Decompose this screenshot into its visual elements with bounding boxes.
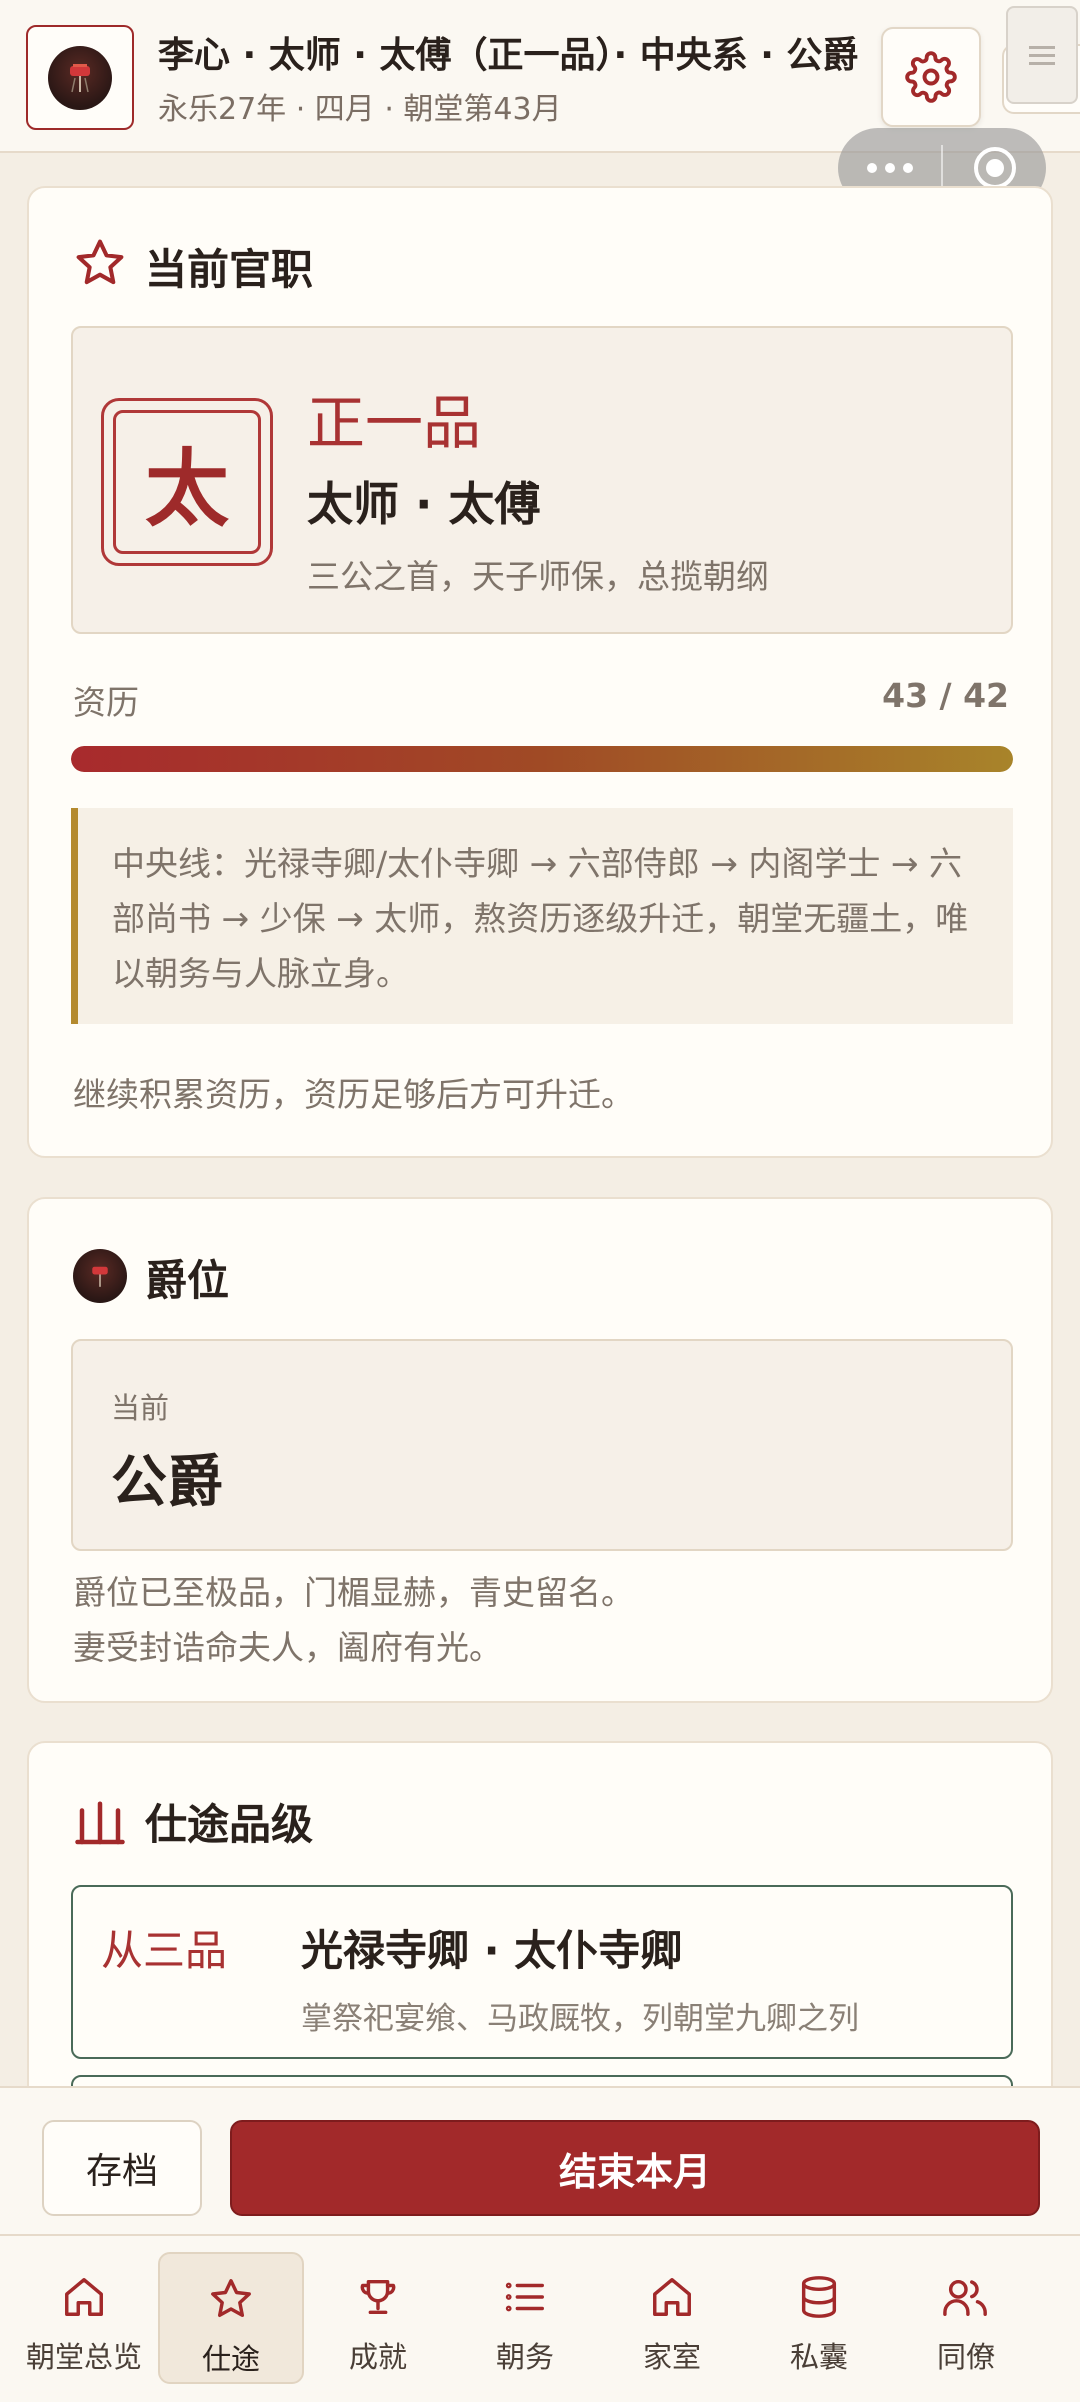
date-subtitle: 永乐27年 · 四月 · 朝堂第43月 — [158, 92, 562, 127]
career-rank-item[interactable]: 从三品 光禄寺卿 · 太仆寺卿 掌祭祀宴飨、马政厩牧，列朝堂九卿之列 — [71, 1885, 1013, 2059]
more-menu-button[interactable] — [838, 163, 941, 173]
nav-item-career[interactable]: 仕途 — [158, 2252, 304, 2384]
nav-item-family[interactable]: 家室 — [599, 2252, 745, 2384]
users-icon — [943, 2279, 987, 2316]
action-bar: 存档 结束本月 — [0, 2086, 1080, 2236]
peerage-avatar-icon — [73, 1249, 127, 1303]
office-name: 太师 · 太傅 — [307, 477, 541, 531]
nav-item-affairs[interactable]: 朝务 — [452, 2252, 598, 2384]
xp-progress-bar — [71, 746, 1013, 772]
target-icon — [973, 147, 1016, 189]
nav-item-purse[interactable]: 私囊 — [746, 2252, 892, 2384]
nav-label: 仕途 — [201, 2342, 260, 2376]
career-path-note: 中央线：光禄寺卿/太仆寺卿 → 六部侍郎 → 内阁学士 → 六部尚书 → 少保 … — [71, 808, 1013, 1024]
xp-label: 资历 — [73, 683, 139, 722]
avatar[interactable] — [26, 25, 134, 130]
promotion-hint: 继续积累资历，资历足够后方可升迁。 — [73, 1075, 634, 1114]
gear-icon — [905, 51, 957, 103]
nav-label: 同僚 — [936, 2340, 995, 2374]
end-month-button[interactable]: 结束本月 — [230, 2120, 1040, 2216]
bottom-nav: 朝堂总览 仕途 成就 朝务 家室 私囊 同僚 — [0, 2234, 1080, 2402]
career-rank-name: 光禄寺卿 · 太仆寺卿 — [301, 1926, 683, 1975]
save-button[interactable]: 存档 — [42, 2120, 202, 2216]
database-icon — [801, 2276, 837, 2318]
seal-char: 太 — [113, 410, 261, 554]
star-icon — [211, 2279, 251, 2318]
list-icon — [505, 2282, 544, 2312]
nav-label: 成就 — [348, 2340, 407, 2374]
office-description: 三公之首，天子师保，总揽朝纲 — [307, 557, 769, 596]
nav-label: 私囊 — [789, 2340, 848, 2374]
page-title: 李心 · 太师 · 太傅（正一品）· 中央系 · 公爵 — [158, 35, 859, 76]
nav-label: 朝务 — [495, 2340, 554, 2374]
scroll-top-button[interactable] — [1006, 6, 1078, 104]
peerage-card: 爵位 当前 公爵 爵位已至极品，门楣显赫，青史留名。 妻受封诰命夫人，阖府有光。 — [27, 1197, 1053, 1703]
close-miniapp-button[interactable] — [943, 145, 1046, 191]
nav-label: 家室 — [642, 2340, 701, 2374]
xp-progress-fill — [71, 746, 1013, 772]
lantern-icon — [48, 45, 112, 110]
peerage-card-title: 爵位 — [145, 1256, 230, 1305]
office-card: 当前官职 太 正一品 太师 · 太傅 三公之首，天子师保，总揽朝纲 资历 43 … — [27, 186, 1053, 1158]
office-card-title: 当前官职 — [145, 245, 314, 294]
nav-item-colleagues[interactable]: 同僚 — [893, 2252, 1039, 2384]
peerage-desc-line: 爵位已至极品，门楣显赫，青史留名。 — [73, 1573, 634, 1612]
career-rank-desc: 掌祭祀宴飨、马政厩牧，列朝堂九卿之列 — [301, 2001, 859, 2037]
peerage-current-box: 当前 公爵 — [71, 1339, 1013, 1551]
office-rank: 正一品 — [307, 389, 482, 457]
peerage-current-title: 公爵 — [111, 1449, 223, 1515]
home-icon — [65, 2278, 103, 2316]
trophy-icon — [360, 2279, 396, 2315]
peerage-current-label: 当前 — [111, 1391, 170, 1425]
nav-item-overview[interactable]: 朝堂总览 — [11, 2252, 157, 2384]
office-info: 太 正一品 太师 · 太傅 三公之首，天子师保，总揽朝纲 — [71, 326, 1013, 634]
nav-label: 朝堂总览 — [25, 2340, 142, 2374]
home-icon — [653, 2278, 691, 2316]
xp-value: 43 / 42 — [882, 676, 1009, 715]
peerage-description: 爵位已至极品，门楣显赫，青史留名。 妻受封诰命夫人，阖府有光。 — [73, 1565, 634, 1675]
career-rank-grade: 从三品 — [101, 1926, 228, 1975]
mountain-icon — [75, 1801, 125, 1845]
career-card-title: 仕途品级 — [145, 1800, 314, 1849]
star-icon — [76, 239, 124, 285]
peerage-desc-line: 妻受封诰命夫人，阖府有光。 — [73, 1628, 502, 1667]
settings-button[interactable] — [881, 27, 981, 127]
office-seal: 太 — [101, 398, 273, 566]
nav-item-achievements[interactable]: 成就 — [305, 2252, 451, 2384]
